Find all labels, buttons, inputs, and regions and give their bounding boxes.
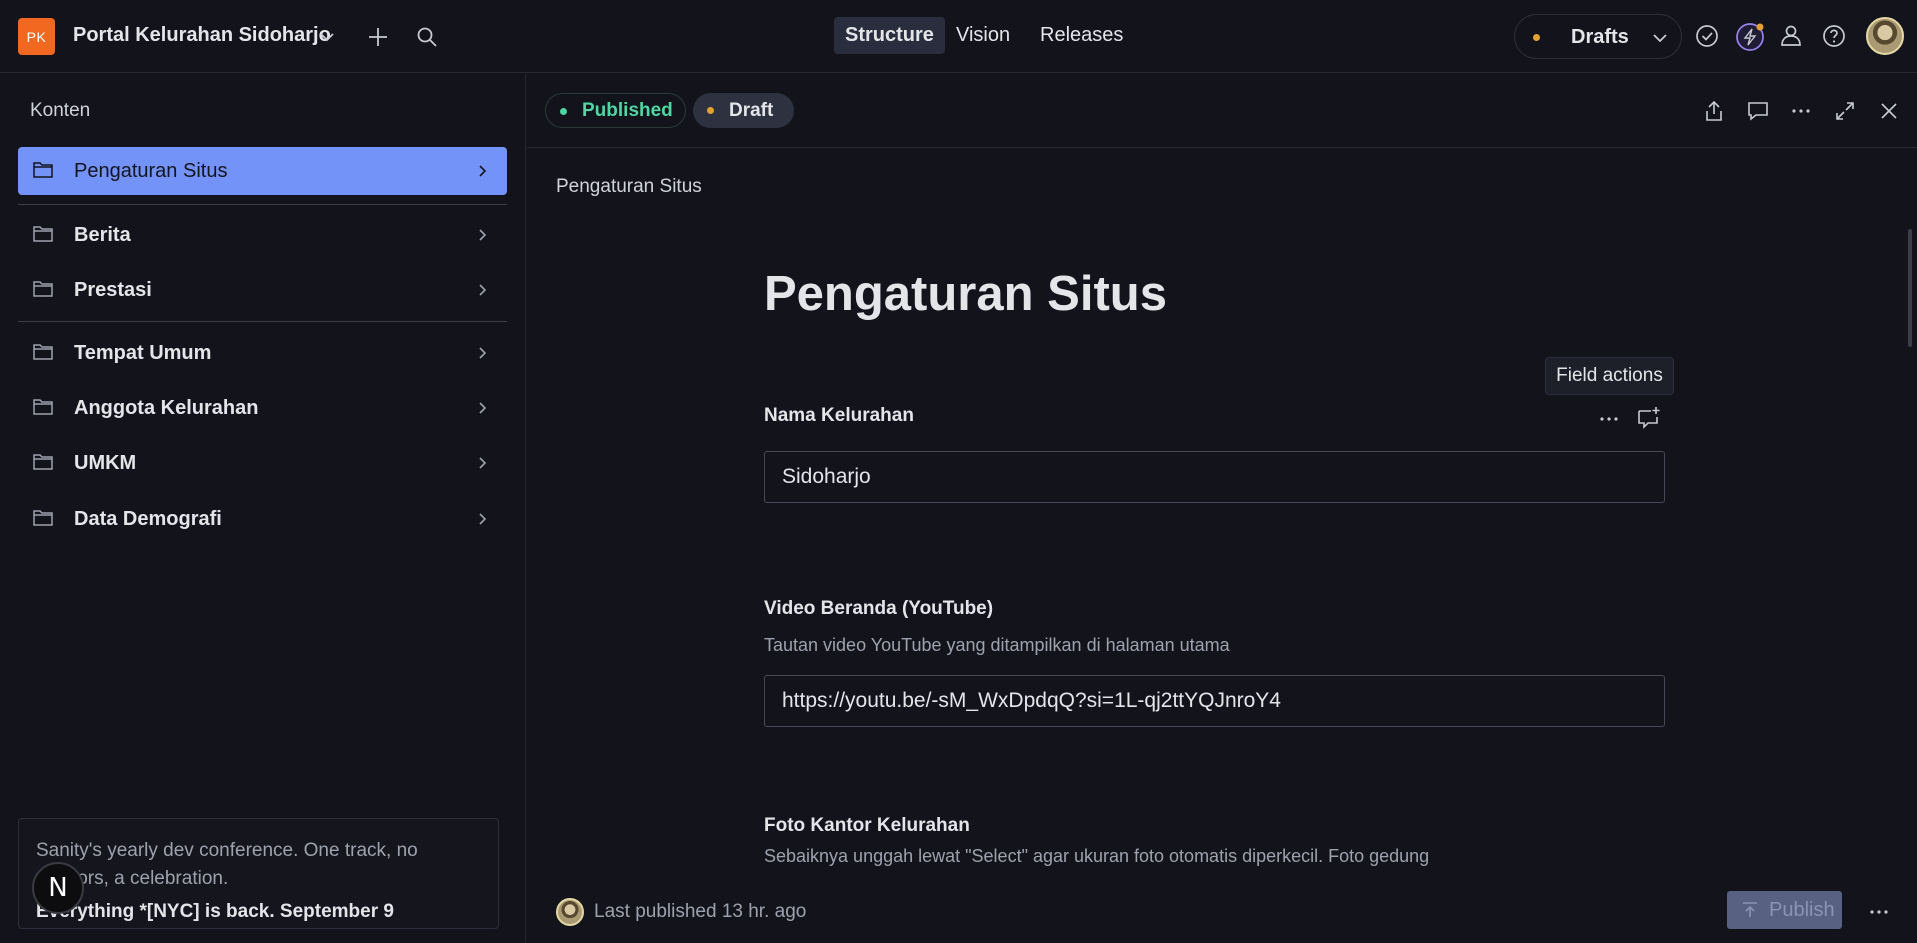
page-title: Pengaturan Situs	[764, 267, 1167, 321]
nama-kelurahan-label: Nama Kelurahan	[764, 405, 914, 426]
project-name[interactable]: Portal Kelurahan Sidoharjo	[73, 24, 331, 47]
sidebar-item-pengaturan-situs[interactable]: Pengaturan Situs	[18, 147, 507, 195]
avatar	[556, 898, 584, 926]
folder-icon	[33, 344, 53, 360]
draft-dot	[707, 107, 714, 114]
comment-icon[interactable]	[1746, 99, 1770, 123]
video-beranda-description: Tautan video YouTube yang ditampilkan di…	[764, 635, 1230, 655]
folder-icon	[33, 162, 53, 178]
sidebar-item-label: Pengaturan Situs	[74, 160, 228, 182]
sidebar-item-tempat-umum[interactable]: Tempat Umum	[18, 329, 507, 377]
chevron-down-icon[interactable]	[318, 28, 336, 46]
chevron-right-icon	[479, 457, 487, 469]
chevron-right-icon	[479, 284, 487, 296]
publish-label: Publish	[1769, 898, 1835, 921]
publish-icon	[1743, 902, 1757, 917]
people-icon[interactable]	[1778, 23, 1804, 49]
sidebar-item-umkm[interactable]: UMKM	[18, 439, 507, 487]
tab-vision[interactable]: Vision	[945, 17, 1021, 54]
breadcrumb: Pengaturan Situs	[556, 176, 702, 197]
sidebar-item-label: UMKM	[74, 452, 137, 474]
folder-icon	[33, 454, 53, 470]
chevron-right-icon	[479, 229, 487, 241]
sidebar-item-label: Berita	[74, 224, 131, 246]
bolt-icon[interactable]	[1735, 22, 1765, 52]
tab-releases[interactable]: Releases	[1029, 17, 1134, 54]
video-beranda-label: Video Beranda (YouTube)	[764, 598, 994, 619]
draft-label: Draft	[729, 99, 774, 121]
share-icon[interactable]	[1702, 99, 1726, 123]
drafts-dot	[1533, 34, 1540, 41]
sidebar-divider	[18, 204, 507, 205]
sidebar-item-prestasi[interactable]: Prestasi	[18, 266, 507, 314]
help-icon[interactable]	[1821, 23, 1847, 49]
folder-icon	[33, 281, 53, 297]
conference-promo-card[interactable]: Sanity's yearly dev conference. One trac…	[18, 818, 499, 929]
document-header: Published Draft	[527, 74, 1917, 148]
sidebar-item-berita[interactable]: Berita	[18, 211, 507, 259]
sidebar-item-label: Prestasi	[74, 279, 152, 301]
project-logo[interactable]: PK	[18, 18, 55, 55]
add-comment-icon[interactable]	[1636, 405, 1662, 431]
foto-kantor-label: Foto Kantor Kelurahan	[764, 815, 970, 836]
folder-icon	[33, 510, 53, 526]
avatar[interactable]	[1866, 17, 1904, 55]
perspective-menu[interactable]: Drafts	[1514, 14, 1682, 59]
close-icon[interactable]	[1877, 99, 1901, 123]
video-beranda-input[interactable]: https://youtu.be/-sM_WxDpdqQ?si=1L-qj2tt…	[764, 675, 1665, 727]
more-icon[interactable]	[1867, 900, 1891, 924]
sidebar-item-anggota-kelurahan[interactable]: Anggota Kelurahan	[18, 384, 507, 432]
expand-icon[interactable]	[1833, 99, 1857, 123]
foto-kantor-description: Sebaiknya unggah lewat "Select" agar uku…	[764, 846, 1430, 866]
nextjs-badge[interactable]: N	[32, 862, 84, 914]
search-icon[interactable]	[416, 26, 438, 48]
promo-text: Sanity's yearly dev conference. One trac…	[36, 840, 418, 889]
field-actions-tooltip: Field actions	[1545, 357, 1674, 395]
document-pane: Published Draft Pengaturan Situs Pengatu…	[527, 74, 1917, 943]
sidebar-item-data-demografi[interactable]: Data Demografi	[18, 495, 507, 543]
folder-icon	[33, 399, 53, 415]
document-footer: Last published 13 hr. ago Publish	[527, 884, 1917, 943]
draft-chip[interactable]: Draft	[693, 93, 794, 128]
chevron-down-icon	[1653, 34, 1667, 43]
tab-structure[interactable]: Structure	[834, 17, 945, 54]
chevron-right-icon	[479, 402, 487, 414]
sidebar-item-label: Tempat Umum	[74, 342, 212, 364]
check-circle-icon[interactable]	[1694, 23, 1720, 49]
content-sidebar: Konten Pengaturan Situs Berita Prestasi …	[0, 74, 526, 943]
published-label: Published	[582, 99, 673, 121]
plus-icon[interactable]	[366, 25, 390, 49]
more-icon[interactable]	[1789, 99, 1813, 123]
sidebar-item-label: Data Demografi	[74, 508, 222, 530]
folder-icon	[33, 226, 53, 242]
chevron-right-icon	[479, 513, 487, 525]
published-dot	[560, 108, 567, 115]
more-icon[interactable]	[1597, 407, 1621, 431]
perspective-label: Drafts	[1571, 26, 1629, 48]
sidebar-title: Konten	[30, 100, 91, 121]
publish-button[interactable]: Publish	[1727, 891, 1842, 929]
promo-headline: Everything *[NYC] is back. September 9	[36, 901, 394, 922]
sidebar-item-label: Anggota Kelurahan	[74, 397, 259, 419]
publish-status: Last published 13 hr. ago	[594, 901, 807, 922]
scrollbar[interactable]	[1908, 229, 1912, 347]
nama-kelurahan-input[interactable]: Sidoharjo	[764, 451, 1665, 503]
top-bar: PK Portal Kelurahan Sidoharjo Structure …	[0, 0, 1917, 73]
chevron-right-icon	[479, 347, 487, 359]
sidebar-divider	[18, 321, 507, 322]
chevron-right-icon	[479, 165, 487, 177]
published-chip[interactable]: Published	[545, 93, 686, 128]
